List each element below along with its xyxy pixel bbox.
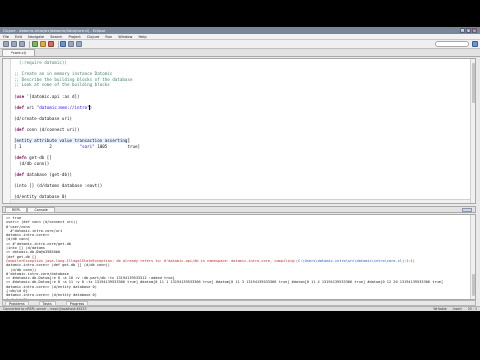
minimize-icon[interactable]: –	[460, 28, 465, 33]
code-token: ;; Look at some of the building blocks	[14, 82, 110, 88]
new-file-icon[interactable]	[3, 41, 9, 47]
scroll-thumb[interactable]	[472, 274, 475, 296]
code-token: uri	[24, 104, 37, 110]
save-icon[interactable]	[11, 41, 17, 47]
code-token: :1:1)	[404, 258, 415, 263]
video-frame: Clojure - datomic-intro/src/datomic/intr…	[0, 0, 480, 360]
code-token: get-db []	[26, 155, 52, 161]
menu-item[interactable]: Run	[105, 35, 112, 39]
code-token: def	[16, 104, 25, 110]
code-token: (:require datomic))	[14, 60, 67, 65]
menu-item[interactable]: File	[3, 35, 9, 39]
repl-output[interactable]: => true user=> (def conn (d/connect uri))…	[6, 216, 469, 299]
status-cursor-position: 25 : 1	[467, 307, 477, 311]
menu-item[interactable]: Project	[68, 35, 80, 39]
toolbar-separator	[29, 40, 30, 48]
window-title: Clojure - datomic-intro/src/datomic/intr…	[3, 28, 106, 33]
editor-tab-row: *core.clj	[0, 49, 480, 57]
code-token: ;; Create an in memory instance Datomic	[14, 71, 113, 77]
print-icon[interactable]	[19, 41, 25, 47]
menu-item[interactable]: Search	[50, 35, 62, 39]
editor-code[interactable]: (:require datomic)) ;; Create an in memor…	[14, 60, 469, 200]
stop-icon[interactable]	[47, 41, 54, 47]
menu-item[interactable]: Window	[118, 35, 132, 39]
menu-item[interactable]: Edit	[15, 35, 22, 39]
status-message: Connected to nREPL server - nrepl://loca…	[3, 307, 87, 311]
code-token: [entity attribute value transaction asse…	[14, 138, 130, 144]
bottom-tab[interactable]: Problems	[5, 300, 29, 306]
forward-icon[interactable]	[76, 41, 82, 47]
status-writable: Writable	[433, 307, 447, 311]
code-token: "sari"	[79, 143, 95, 149]
code-token: defn	[16, 155, 27, 161]
menu-item[interactable]: Clojure	[87, 35, 100, 39]
bottom-tab[interactable]: Tasks	[38, 300, 56, 306]
panel-minimize-icon[interactable]	[462, 207, 472, 212]
editor-vertical-scrollbar[interactable]	[470, 59, 475, 203]
close-icon[interactable]: ×	[472, 28, 477, 33]
text-cursor	[89, 105, 90, 110]
code-token: (d/create-database uri)	[14, 115, 72, 121]
code-token: (d/db conn))	[14, 160, 50, 166]
repl-console[interactable]: => true user=> (def conn (d/connect uri))…	[2, 214, 476, 300]
maximize-icon[interactable]: □	[466, 28, 471, 33]
perspective-icon[interactable]	[472, 41, 478, 47]
quick-access-input[interactable]	[435, 41, 469, 47]
toolbar	[0, 40, 480, 49]
title-bar: Clojure - datomic-intro/src/datomic/intr…	[0, 27, 480, 34]
repl-vertical-scrollbar[interactable]	[470, 215, 475, 299]
status-bar: Connected to nREPL server - nrepl://loca…	[0, 306, 480, 311]
panel-tab-row: REPL Console	[2, 206, 476, 213]
menu-item[interactable]: Help	[138, 35, 146, 39]
code-token: database (get-db))	[24, 171, 73, 177]
panel-tab[interactable]: Console	[27, 206, 55, 213]
ide-window: Clojure - datomic-intro/src/datomic/intr…	[0, 27, 480, 311]
code-token: C:\Users\datomic-intro\src\datomic\intro…	[298, 258, 405, 263]
code-token: (into [] (d/datoms database :eavt))	[14, 183, 103, 189]
code-token: def	[16, 171, 25, 177]
bottom-tab[interactable]: Progress	[65, 300, 89, 306]
toolbar-separator	[57, 40, 58, 48]
debug-icon[interactable]	[39, 41, 46, 47]
run-icon[interactable]	[31, 41, 38, 47]
code-token: '[datomic.api :as d])	[24, 93, 80, 99]
status-insert-mode: Insert	[452, 307, 462, 311]
code-token: use	[16, 93, 25, 99]
code-token: )	[89, 104, 93, 110]
menu-item[interactable]: Navigate	[28, 35, 44, 39]
code-token: ;; Describe the building blocks of the d…	[14, 76, 133, 82]
code-token: conn (d/connect uri))	[24, 127, 80, 133]
panel-tab[interactable]: REPL	[5, 206, 28, 213]
back-icon[interactable]	[68, 41, 74, 47]
code-token: "datomic:mem://intro"	[36, 104, 90, 110]
editor-tab[interactable]: *core.clj	[2, 49, 35, 56]
code-token: def	[16, 127, 25, 133]
editor-horizontal-scrollbar[interactable]	[11, 199, 470, 203]
editor-gutter	[3, 59, 11, 203]
search-icon[interactable]	[60, 41, 66, 47]
code-token: 1005 true]	[94, 143, 141, 149]
code-token: [ 1 2	[14, 143, 80, 149]
scroll-thumb[interactable]	[472, 63, 475, 103]
code-editor[interactable]: (:require datomic)) ;; Create an in memor…	[2, 58, 476, 204]
